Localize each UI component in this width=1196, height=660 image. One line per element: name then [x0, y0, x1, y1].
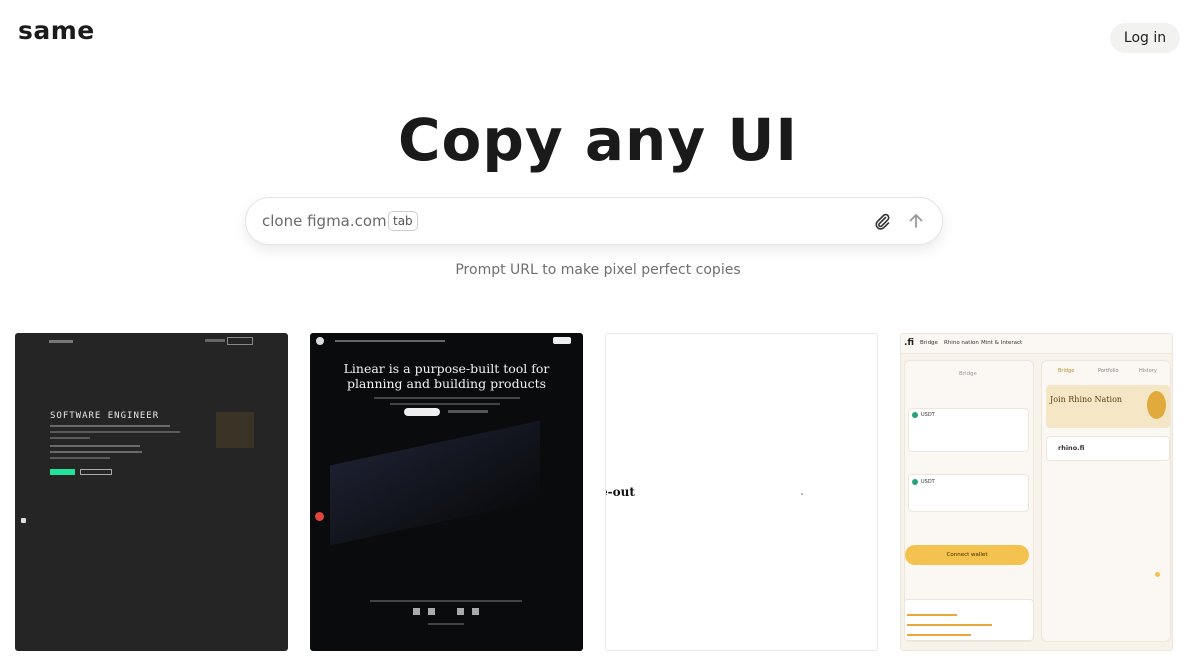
text-line — [50, 445, 140, 447]
example-link — [907, 634, 971, 636]
nav-item-mint: Mint & Interact — [981, 340, 1023, 346]
text-line — [50, 431, 180, 433]
tab-hint-badge: tab — [388, 211, 418, 231]
logos-caption — [370, 600, 522, 602]
rhino-emblem — [1147, 391, 1166, 419]
example-card-portfolio[interactable]: SOFTWARE ENGINEER — [15, 333, 288, 651]
text-line — [50, 437, 90, 439]
text-line — [50, 457, 110, 459]
prompt-input[interactable]: clone figma.com — [262, 212, 387, 230]
primary-button — [50, 469, 75, 475]
example-card-blank[interactable]: e-out — [605, 333, 878, 651]
paperclip-icon[interactable] — [872, 211, 892, 231]
nav-links — [205, 339, 225, 342]
clipped-text: e-out — [606, 485, 635, 499]
record-icon — [315, 512, 324, 521]
customer-logo — [457, 608, 464, 615]
example-link — [907, 614, 957, 616]
tab-bridge: Bridge — [1058, 368, 1075, 374]
secondary-link — [448, 410, 488, 413]
top-bar: same Log in — [0, 0, 1196, 70]
prompt-input-box[interactable]: clone figma.com tab — [245, 197, 943, 245]
text-line — [428, 623, 464, 625]
linear-logo-icon — [316, 337, 324, 345]
signup-button — [553, 337, 571, 344]
dot — [801, 493, 803, 495]
login-button[interactable]: Log in — [1110, 23, 1180, 53]
scroll-marker — [21, 518, 26, 523]
customer-logo — [472, 608, 479, 615]
nav-item-bridge: Bridge — [920, 340, 938, 346]
tab-portfolio: Portfolio — [1098, 368, 1119, 374]
example-link — [907, 624, 992, 626]
hero-title: Copy any UI — [397, 106, 799, 174]
example-card-rhino[interactable]: .fi Bridge Rhino nation Mint & Interact … — [900, 333, 1173, 651]
token-label: USDT — [921, 412, 935, 418]
status-dot — [1155, 572, 1160, 577]
example-card-linear[interactable]: Linear is a purpose-built tool for plann… — [310, 333, 583, 651]
text-line — [50, 425, 170, 427]
usdt-icon — [912, 479, 918, 485]
arrow-up-icon[interactable] — [906, 211, 926, 231]
profile-photo — [216, 412, 254, 448]
text-line — [50, 451, 142, 453]
usdt-icon — [912, 412, 918, 418]
connect-wallet-button: Connect wallet — [905, 545, 1029, 565]
token-label: USDT — [921, 479, 935, 485]
join-title: Join Rhino Nation — [1050, 395, 1123, 404]
nav-button — [227, 337, 253, 345]
tab-history: History — [1139, 368, 1157, 374]
secondary-button — [80, 469, 112, 475]
nav-logo — [49, 340, 73, 343]
nav-links — [335, 340, 445, 342]
portfolio-heading: SOFTWARE ENGINEER — [50, 411, 160, 421]
prompt-subtitle: Prompt URL to make pixel perfect copies — [455, 262, 741, 278]
bridge-title: Bridge — [959, 371, 977, 377]
text-line — [390, 403, 500, 405]
text-line — [374, 397, 520, 399]
nav-item-rhino-nation: Rhino nation — [944, 340, 979, 346]
customer-logo — [428, 608, 435, 615]
brand-logo[interactable]: same — [18, 16, 95, 45]
product-screenshot — [330, 420, 540, 546]
brand-name: rhino.fi — [1058, 444, 1085, 452]
primary-button — [404, 408, 440, 416]
customer-logo — [413, 608, 420, 615]
linear-headline: Linear is a purpose-built tool for plann… — [343, 361, 550, 391]
rhino-nav-bar — [901, 334, 1172, 354]
rhino-logo: .fi — [904, 338, 915, 348]
